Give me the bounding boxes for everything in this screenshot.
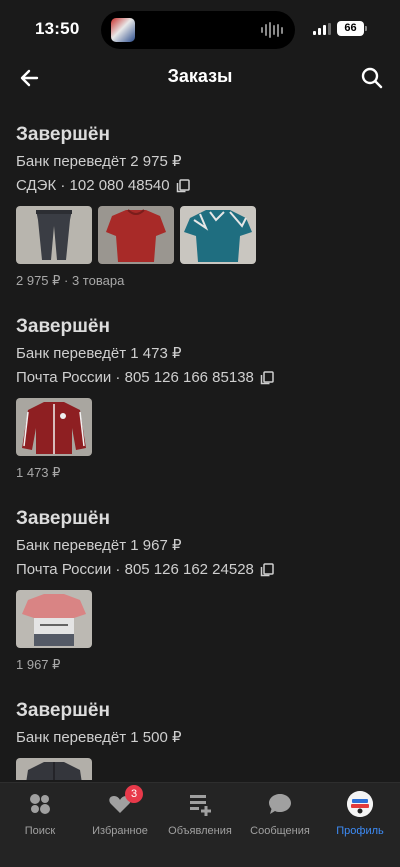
order-delivery: Почта России · 805 126 162 24528 [16,558,384,582]
order-summary: 1 473 ₽ [16,465,61,480]
order-payout: Банк переведёт 1 473 ₽ [16,345,182,362]
app-header: Заказы [0,58,400,98]
order-items [16,590,384,648]
orders-screen: 13:50 66 Заказы Завершён Банк переведёт … [0,0,400,867]
favorites-count-badge: 3 [125,785,143,803]
order-card[interactable]: Завершён Банк переведёт 1 500 ₽ [0,696,400,780]
order-summary: 1 967 ₽ [16,657,61,672]
item-thumbnail-red-tshirt[interactable] [98,206,174,264]
order-card[interactable]: Завершён Банк переведёт 2 975 ₽ СДЭК · 1… [0,120,400,290]
status-time: 13:50 [35,19,80,38]
tracking-number: Почта России · 805 126 166 85138 [16,369,254,386]
copy-icon[interactable] [176,179,190,193]
copy-icon[interactable] [260,563,274,577]
item-thumbnail-teal-pattern-tshirt[interactable] [180,206,256,264]
now-playing-artwork [111,18,135,42]
bottom-navigation: Поиск 3 Избранное Объявления Сообщения П… [0,782,400,867]
orders-list[interactable]: Завершён Банк переведёт 2 975 ₽ СДЭК · 1… [0,120,400,780]
nav-label: Избранное [92,825,148,837]
audio-wave-icon [261,22,283,38]
nav-item-search[interactable]: Поиск [0,791,80,837]
status-bar: 13:50 66 [0,0,400,60]
copy-icon[interactable] [260,371,274,385]
order-payout: Банк переведёт 1 967 ₽ [16,537,182,554]
order-summary: 2 975 ₽ · 3 товара [16,273,125,288]
nav-item-favorites[interactable]: 3 Избранное [80,785,160,837]
battery-indicator: 66 [337,21,364,36]
search-icon [361,67,383,89]
page-title: Заказы [167,66,233,86]
nav-item-profile[interactable]: Профиль [320,791,400,837]
chat-bubble-icon [267,791,293,817]
profile-avatar [347,791,373,817]
cellular-signal-icon [313,23,331,35]
heart-icon: 3 [107,785,143,817]
tracking-number: СДЭК · 102 080 48540 [16,177,170,194]
search-circles-icon [27,791,53,817]
item-thumbnail-red-track-jacket[interactable] [16,398,92,456]
order-items [16,398,384,456]
order-payout: Банк переведёт 2 975 ₽ [16,153,182,170]
search-button[interactable] [358,64,386,92]
nav-label: Профиль [336,825,384,837]
order-items [16,206,384,264]
order-card[interactable]: Завершён Банк переведёт 1 967 ₽ Почта Ро… [0,504,400,674]
battery-tip [365,26,367,31]
nav-label: Поиск [24,825,56,837]
order-status: Завершён [16,316,110,337]
nav-label: Объявления [168,825,232,837]
nav-label: Сообщения [250,825,310,837]
item-thumbnail-pink-grey-tshirt[interactable] [16,590,92,648]
order-status: Завершён [16,124,110,145]
order-delivery: Почта России · 805 126 166 85138 [16,366,384,390]
nav-item-listings[interactable]: Объявления [160,791,240,837]
dynamic-island[interactable] [101,11,295,49]
item-thumbnail-dark-zip-jacket[interactable] [16,758,92,780]
nav-item-messages[interactable]: Сообщения [240,791,320,837]
order-card[interactable]: Завершён Банк переведёт 1 473 ₽ Почта Ро… [0,312,400,482]
listings-add-icon [187,791,213,817]
order-status: Завершён [16,700,110,721]
order-delivery: СДЭК · 102 080 48540 [16,174,384,198]
order-status: Завершён [16,508,110,529]
order-items [16,758,384,780]
order-payout: Банк переведёт 1 500 ₽ [16,729,182,746]
tracking-number: Почта России · 805 126 162 24528 [16,561,254,578]
item-thumbnail-dark-joggers[interactable] [16,206,92,264]
